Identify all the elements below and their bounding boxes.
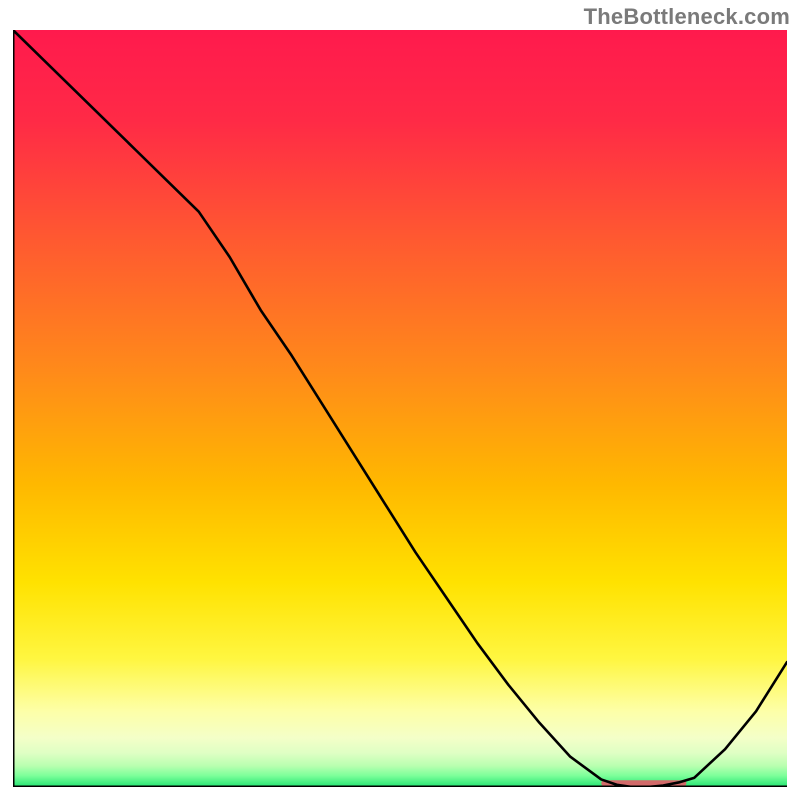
watermark-label: TheBottleneck.com [584,4,790,30]
plot-area [13,30,787,787]
chart-svg [13,30,787,787]
chart-container: TheBottleneck.com [0,0,800,800]
